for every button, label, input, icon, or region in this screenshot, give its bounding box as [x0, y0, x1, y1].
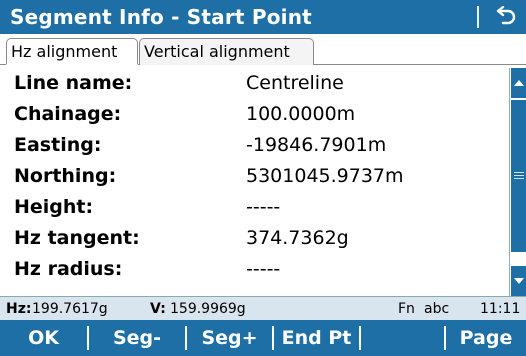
clock: 11:11: [480, 301, 521, 317]
field-row-chainage: Chainage: 100.0000m: [0, 101, 510, 131]
field-value: 5301045.9737m: [246, 165, 404, 187]
field-label: Chainage:: [14, 103, 122, 125]
tab-vertical-alignment[interactable]: Vertical alignment: [139, 38, 314, 65]
tab-strip: Hz alignment Vertical alignment: [0, 34, 526, 68]
back-arrow-icon: [496, 6, 516, 25]
field-row-hz-radius: Hz radius: -----: [0, 256, 510, 286]
page-button[interactable]: Page: [446, 320, 526, 356]
field-label: Easting:: [14, 134, 102, 156]
title-separator: [477, 6, 479, 28]
back-button[interactable]: [488, 2, 522, 32]
field-label: Height:: [14, 196, 94, 218]
field-row-easting: Easting: -19846.7901m: [0, 132, 510, 162]
v-value: 159.9969g: [170, 301, 246, 317]
title-bar: Segment Info - Start Point: [0, 0, 526, 34]
scroll-down-arrow-icon: [514, 278, 524, 284]
scroll-up-button[interactable]: [511, 68, 526, 98]
field-label: Line name:: [14, 72, 133, 94]
scroll-up-arrow-icon: [514, 80, 524, 86]
empty-softkey[interactable]: [361, 320, 444, 356]
seg-prev-button[interactable]: Seg-: [89, 320, 185, 356]
end-point-button[interactable]: End Pt: [274, 320, 359, 356]
input-mode-indicator: abc: [424, 301, 450, 317]
field-row-line-name: Line name: Centreline: [0, 70, 510, 100]
hz-value: 199.7617g: [32, 301, 108, 317]
field-value: 100.0000m: [246, 103, 356, 125]
seg-next-button[interactable]: Seg+: [187, 320, 272, 356]
page-title: Segment Info - Start Point: [10, 5, 312, 29]
softkey-bar: OK Seg- Seg+ End Pt Page: [0, 320, 526, 356]
tab-hz-alignment[interactable]: Hz alignment: [6, 38, 138, 65]
field-value: -----: [246, 196, 281, 218]
status-bar: Hz: 199.7617g V: 159.9969g Fn abc 11:11: [0, 296, 526, 321]
scroll-grip: [514, 172, 524, 173]
field-label: Hz tangent:: [14, 227, 140, 249]
field-value: 374.7362g: [246, 227, 349, 249]
scroll-down-button[interactable]: [511, 266, 526, 296]
field-value: -----: [246, 258, 281, 280]
fn-indicator: Fn: [398, 301, 415, 317]
ok-button[interactable]: OK: [0, 320, 87, 356]
field-label: Hz radius:: [14, 258, 123, 280]
hz-label: Hz:: [6, 301, 32, 317]
field-row-height: Height: -----: [0, 194, 510, 224]
scrollbar[interactable]: [509, 68, 526, 296]
field-value: Centreline: [246, 72, 344, 94]
field-row-northing: Northing: 5301045.9737m: [0, 163, 510, 193]
screen: Segment Info - Start Point Hz alignment …: [0, 0, 526, 356]
v-label: V:: [150, 301, 166, 317]
field-row-hz-tangent: Hz tangent: 374.7362g: [0, 225, 510, 255]
segment-info-list: Line name: Centreline Chainage: 100.0000…: [0, 68, 510, 296]
field-value: -19846.7901m: [246, 134, 387, 156]
field-label: Northing:: [14, 165, 117, 187]
scroll-thumb[interactable]: [511, 100, 526, 252]
